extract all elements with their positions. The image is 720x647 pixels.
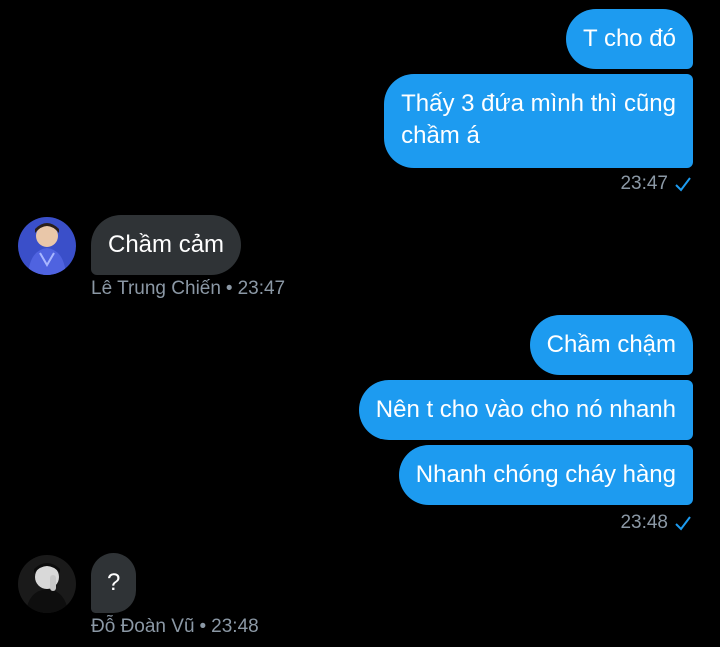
avatar[interactable] (18, 217, 76, 275)
sent-check-icon (675, 516, 691, 531)
message-text: Nên t cho vào cho nó nhanh (375, 396, 676, 423)
message-text: Chầm chậm (546, 331, 676, 358)
incoming-message[interactable]: ? (91, 553, 137, 613)
message-text-line: Thấy 3 đứa mình thì cũng (401, 90, 676, 117)
separator-dot: • (225, 278, 233, 299)
timestamp: 23:48 (211, 616, 259, 637)
timestamp: 23:47 (237, 278, 286, 299)
message-meta: 23:47 (620, 173, 692, 195)
sent-check-icon (675, 177, 691, 192)
message-text: Nhanh chóng cháy hàng (415, 461, 676, 488)
outgoing-message[interactable]: Nên t cho vào cho nó nhanh (358, 380, 693, 440)
message-meta: Lê Trung Chiến • 23:47 (91, 278, 285, 300)
sender-name: Đỗ Đoàn Vũ (91, 616, 195, 637)
avatar[interactable] (18, 555, 76, 613)
message-text-line: chầm á (401, 122, 480, 149)
outgoing-message[interactable]: Thấy 3 đứa mình thì cũng chầm á (384, 74, 693, 168)
outgoing-message[interactable]: Nhanh chóng cháy hàng (398, 445, 693, 505)
incoming-message[interactable]: Chầm cảm (91, 215, 242, 275)
message-meta: Đỗ Đoàn Vũ • 23:48 (91, 616, 259, 638)
message-meta: 23:48 (620, 512, 692, 534)
separator-dot: • (199, 616, 207, 637)
message-text: ? (107, 569, 121, 596)
message-text: Chầm cảm (108, 231, 225, 258)
avatar-image (18, 217, 76, 275)
outgoing-message[interactable]: T cho đó (566, 9, 693, 69)
timestamp: 23:48 (620, 512, 668, 533)
outgoing-message[interactable]: Chầm chậm (529, 315, 693, 375)
message-text: T cho đó (583, 25, 676, 52)
timestamp: 23:47 (620, 173, 668, 194)
sender-name: Lê Trung Chiến (91, 278, 221, 299)
avatar-image (18, 555, 76, 613)
